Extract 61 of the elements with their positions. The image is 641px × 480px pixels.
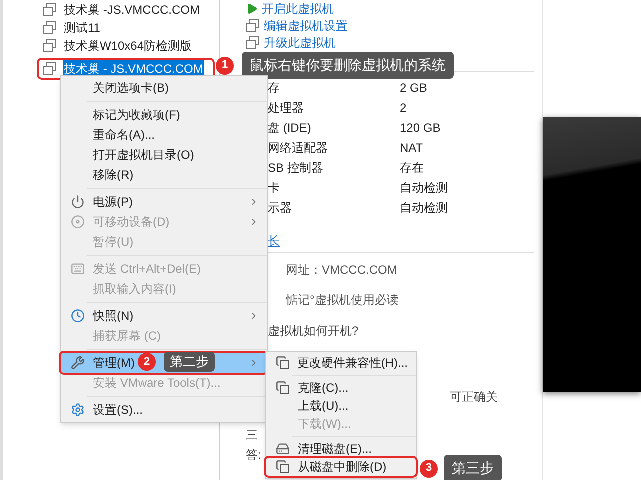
vm-icon bbox=[43, 62, 57, 76]
vm-settings-icon bbox=[246, 36, 260, 50]
copy-icon bbox=[276, 381, 290, 395]
description-line: 可正确关 bbox=[450, 389, 498, 406]
step-badge: 3 bbox=[420, 460, 438, 478]
callout-tooltip: 鼠标右键你要删除虚拟机的系统 bbox=[242, 52, 454, 79]
description-line: 虚拟机如何开机? bbox=[268, 323, 359, 340]
disc-icon bbox=[71, 215, 85, 229]
copy-icon bbox=[276, 356, 290, 370]
action-link[interactable]: 开启此虚拟机 bbox=[246, 0, 534, 17]
action-link[interactable]: 编辑虚拟机设置 bbox=[246, 17, 534, 34]
device-name: 处理器 bbox=[268, 100, 305, 117]
device-value: 2 GB bbox=[400, 80, 428, 97]
description-line: 答: bbox=[246, 447, 262, 464]
description-line: 惦记°虚拟机使用必读 bbox=[286, 292, 399, 309]
device-name: 示器 bbox=[268, 200, 293, 217]
description-line: 网址：VMCCC.COM bbox=[286, 262, 398, 279]
menu-item[interactable]: 上载(U)... bbox=[266, 397, 416, 415]
menu-item[interactable]: 标记为收藏项(F) bbox=[61, 105, 267, 125]
menu-item[interactable]: 从磁盘中删除(D) bbox=[266, 458, 416, 476]
device-value: 自动检测 bbox=[400, 200, 448, 217]
vm-icon bbox=[43, 21, 57, 35]
description-line: 三 bbox=[246, 427, 258, 444]
device-value: 2 bbox=[400, 100, 407, 117]
library-item[interactable]: 技术巢 -JS.VMCCC.COM bbox=[39, 1, 213, 19]
menu-item[interactable]: 清理磁盘(E)... bbox=[266, 440, 416, 458]
menu-item[interactable]: 关闭选项卡(B) bbox=[61, 78, 267, 98]
clock-icon bbox=[71, 309, 85, 323]
menu-item[interactable]: 更改硬件兼容性(H)... bbox=[266, 354, 416, 372]
menu-item[interactable]: 移除(R) bbox=[61, 165, 267, 185]
action-link[interactable]: 升级此虚拟机 bbox=[246, 34, 534, 51]
menu-item[interactable]: 设置(S)... bbox=[61, 400, 267, 420]
device-value: 存在 bbox=[400, 160, 424, 177]
settings-icon bbox=[71, 403, 85, 417]
device-value: NAT bbox=[400, 140, 424, 157]
callout-tooltip: 第三步 bbox=[444, 455, 502, 480]
device-name: 卡 bbox=[268, 180, 281, 197]
device-name: SB 控制器 bbox=[268, 160, 324, 177]
device-value: 自动检测 bbox=[400, 180, 448, 197]
device-name: 盘 (IDE) bbox=[268, 120, 312, 137]
play-icon bbox=[246, 2, 258, 14]
vm-settings-icon bbox=[246, 18, 260, 32]
menu-item[interactable]: 电源(P) bbox=[61, 192, 267, 212]
menu-item[interactable]: 快照(N) bbox=[61, 306, 267, 326]
power-icon bbox=[71, 195, 85, 209]
device-name: 网络适配器 bbox=[268, 140, 329, 157]
callout-tooltip: 第二步 bbox=[164, 352, 215, 372]
device-value: 120 GB bbox=[400, 120, 441, 137]
menu-item[interactable]: 克隆(C)... bbox=[266, 379, 416, 397]
copy-icon bbox=[276, 460, 290, 474]
vm-icon bbox=[43, 39, 57, 53]
keyboard-icon bbox=[71, 262, 85, 276]
wrench-icon bbox=[71, 356, 85, 370]
menu-item[interactable]: 重命名(A)... bbox=[61, 125, 267, 145]
library-item[interactable]: 技术巢W10x64防检测版 bbox=[39, 37, 213, 55]
menu-item[interactable]: 打开虚拟机目录(O) bbox=[61, 145, 267, 165]
description-link[interactable]: 长 bbox=[268, 234, 280, 248]
device-name: 存 bbox=[268, 80, 281, 97]
vm-icon bbox=[43, 3, 57, 17]
library-item[interactable]: 测试11 bbox=[39, 19, 213, 37]
step-badge: 1 bbox=[216, 56, 234, 74]
